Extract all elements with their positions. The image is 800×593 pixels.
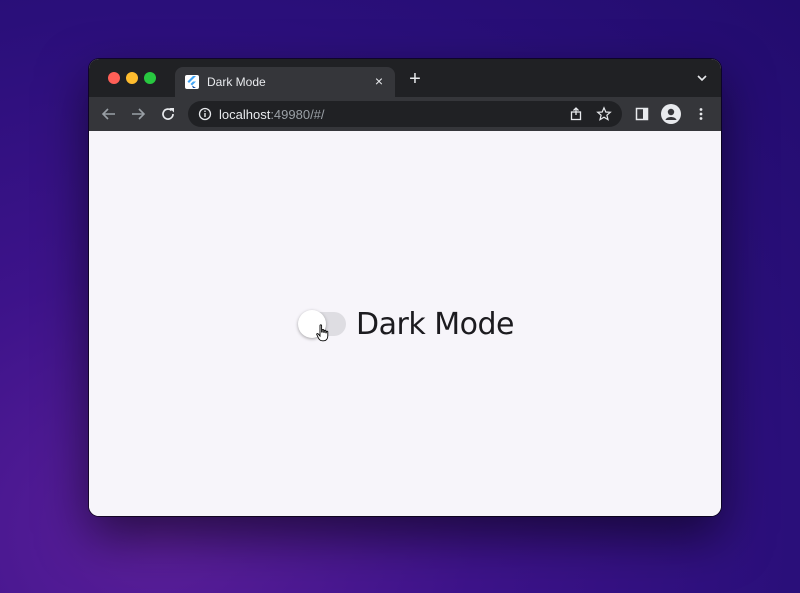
url-host: localhost <box>219 107 271 122</box>
browser-toolbar: localhost:49980/#/ <box>89 97 721 131</box>
reload-icon[interactable] <box>159 105 177 123</box>
hand-cursor-icon <box>316 324 330 342</box>
dark-mode-switch[interactable] <box>298 309 346 342</box>
new-tab-button[interactable]: + <box>405 69 425 89</box>
window-minimize-button[interactable] <box>126 72 138 84</box>
back-icon[interactable] <box>100 105 118 123</box>
window-maximize-button[interactable] <box>144 72 156 84</box>
url-path: :49980/#/ <box>270 107 325 122</box>
info-icon[interactable] <box>198 107 212 121</box>
browser-window: Dark Mode × + localhost:49980/#/ Dark Mo… <box>89 59 721 516</box>
chevron-down-icon[interactable] <box>695 71 709 85</box>
star-icon[interactable] <box>596 106 612 122</box>
profile-icon[interactable] <box>661 104 681 124</box>
address-url[interactable]: localhost:49980/#/ <box>219 107 325 122</box>
forward-icon[interactable] <box>129 105 147 123</box>
tab-title: Dark Mode <box>207 75 266 89</box>
window-close-button[interactable] <box>108 72 120 84</box>
tab-dark-mode[interactable]: Dark Mode × <box>175 67 395 97</box>
address-bar[interactable]: localhost:49980/#/ <box>188 101 622 127</box>
tab-close-icon[interactable]: × <box>371 73 387 89</box>
side-panel-icon[interactable] <box>634 106 650 122</box>
share-icon[interactable] <box>568 106 584 122</box>
tab-strip: Dark Mode × + <box>89 59 721 97</box>
dark-mode-toggle-row: Dark Mode <box>298 306 514 342</box>
page-content: Dark Mode <box>89 131 721 516</box>
dark-mode-label: Dark Mode <box>356 306 514 342</box>
flutter-icon <box>185 75 199 89</box>
more-menu-icon[interactable] <box>693 106 709 122</box>
